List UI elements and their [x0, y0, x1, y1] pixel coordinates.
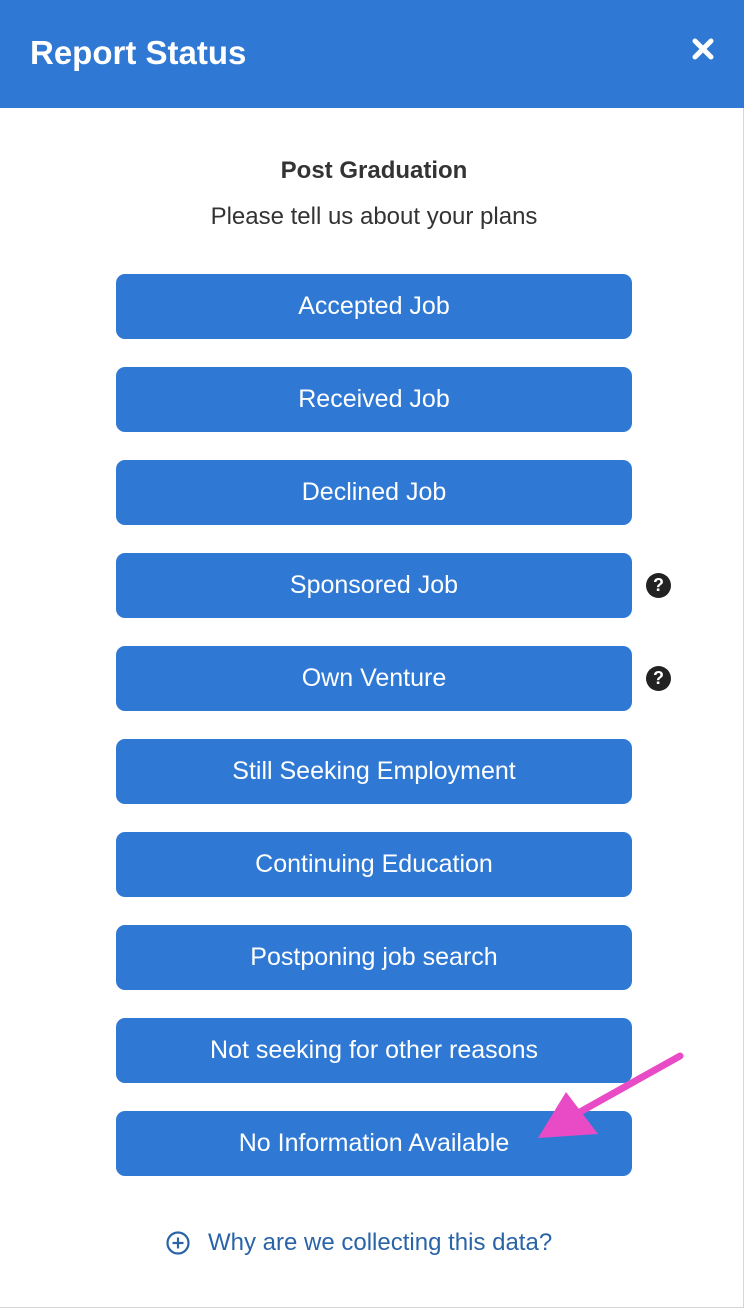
- continuing-education-button[interactable]: Continuing Education: [116, 832, 632, 897]
- sponsored-job-button[interactable]: Sponsored Job: [116, 553, 632, 618]
- option-row: Accepted Job: [116, 274, 716, 339]
- accepted-job-button[interactable]: Accepted Job: [116, 274, 632, 339]
- still-seeking-employment-button[interactable]: Still Seeking Employment: [116, 739, 632, 804]
- option-row: Not seeking for other reasons: [116, 1018, 716, 1083]
- option-row: No Information Available: [116, 1111, 716, 1176]
- option-row: Still Seeking Employment: [116, 739, 716, 804]
- option-row: Sponsored Job ?: [116, 553, 716, 618]
- section-heading: Post Graduation: [280, 157, 468, 184]
- option-row: Own Venture ?: [116, 646, 716, 711]
- status-options: Accepted Job Received Job Declined Job S…: [116, 274, 716, 1204]
- received-job-button[interactable]: Received Job: [116, 367, 632, 432]
- postponing-job-search-button[interactable]: Postponing job search: [116, 925, 632, 990]
- no-information-available-button[interactable]: No Information Available: [116, 1111, 632, 1176]
- modal-title: Report Status: [30, 34, 247, 71]
- close-icon[interactable]: [684, 30, 722, 68]
- plus-circle-icon: [166, 1231, 190, 1255]
- own-venture-button[interactable]: Own Venture: [116, 646, 632, 711]
- why-collecting-data-link[interactable]: Why are we collecting this data?: [166, 1225, 552, 1261]
- why-collecting-data-text: Why are we collecting this data?: [208, 1229, 553, 1256]
- question-circle-icon[interactable]: ?: [646, 573, 671, 598]
- option-row: Received Job: [116, 367, 716, 432]
- not-seeking-other-reasons-button[interactable]: Not seeking for other reasons: [116, 1018, 632, 1083]
- modal-header: Report Status: [0, 0, 744, 108]
- question-circle-icon[interactable]: ?: [646, 666, 671, 691]
- section-subheading: Please tell us about your plans: [210, 203, 538, 230]
- declined-job-button[interactable]: Declined Job: [116, 460, 632, 525]
- option-row: Declined Job: [116, 460, 716, 525]
- report-status-modal: Report Status Post Graduation Please tel…: [0, 0, 744, 1308]
- option-row: Postponing job search: [116, 925, 716, 990]
- option-row: Continuing Education: [116, 832, 716, 897]
